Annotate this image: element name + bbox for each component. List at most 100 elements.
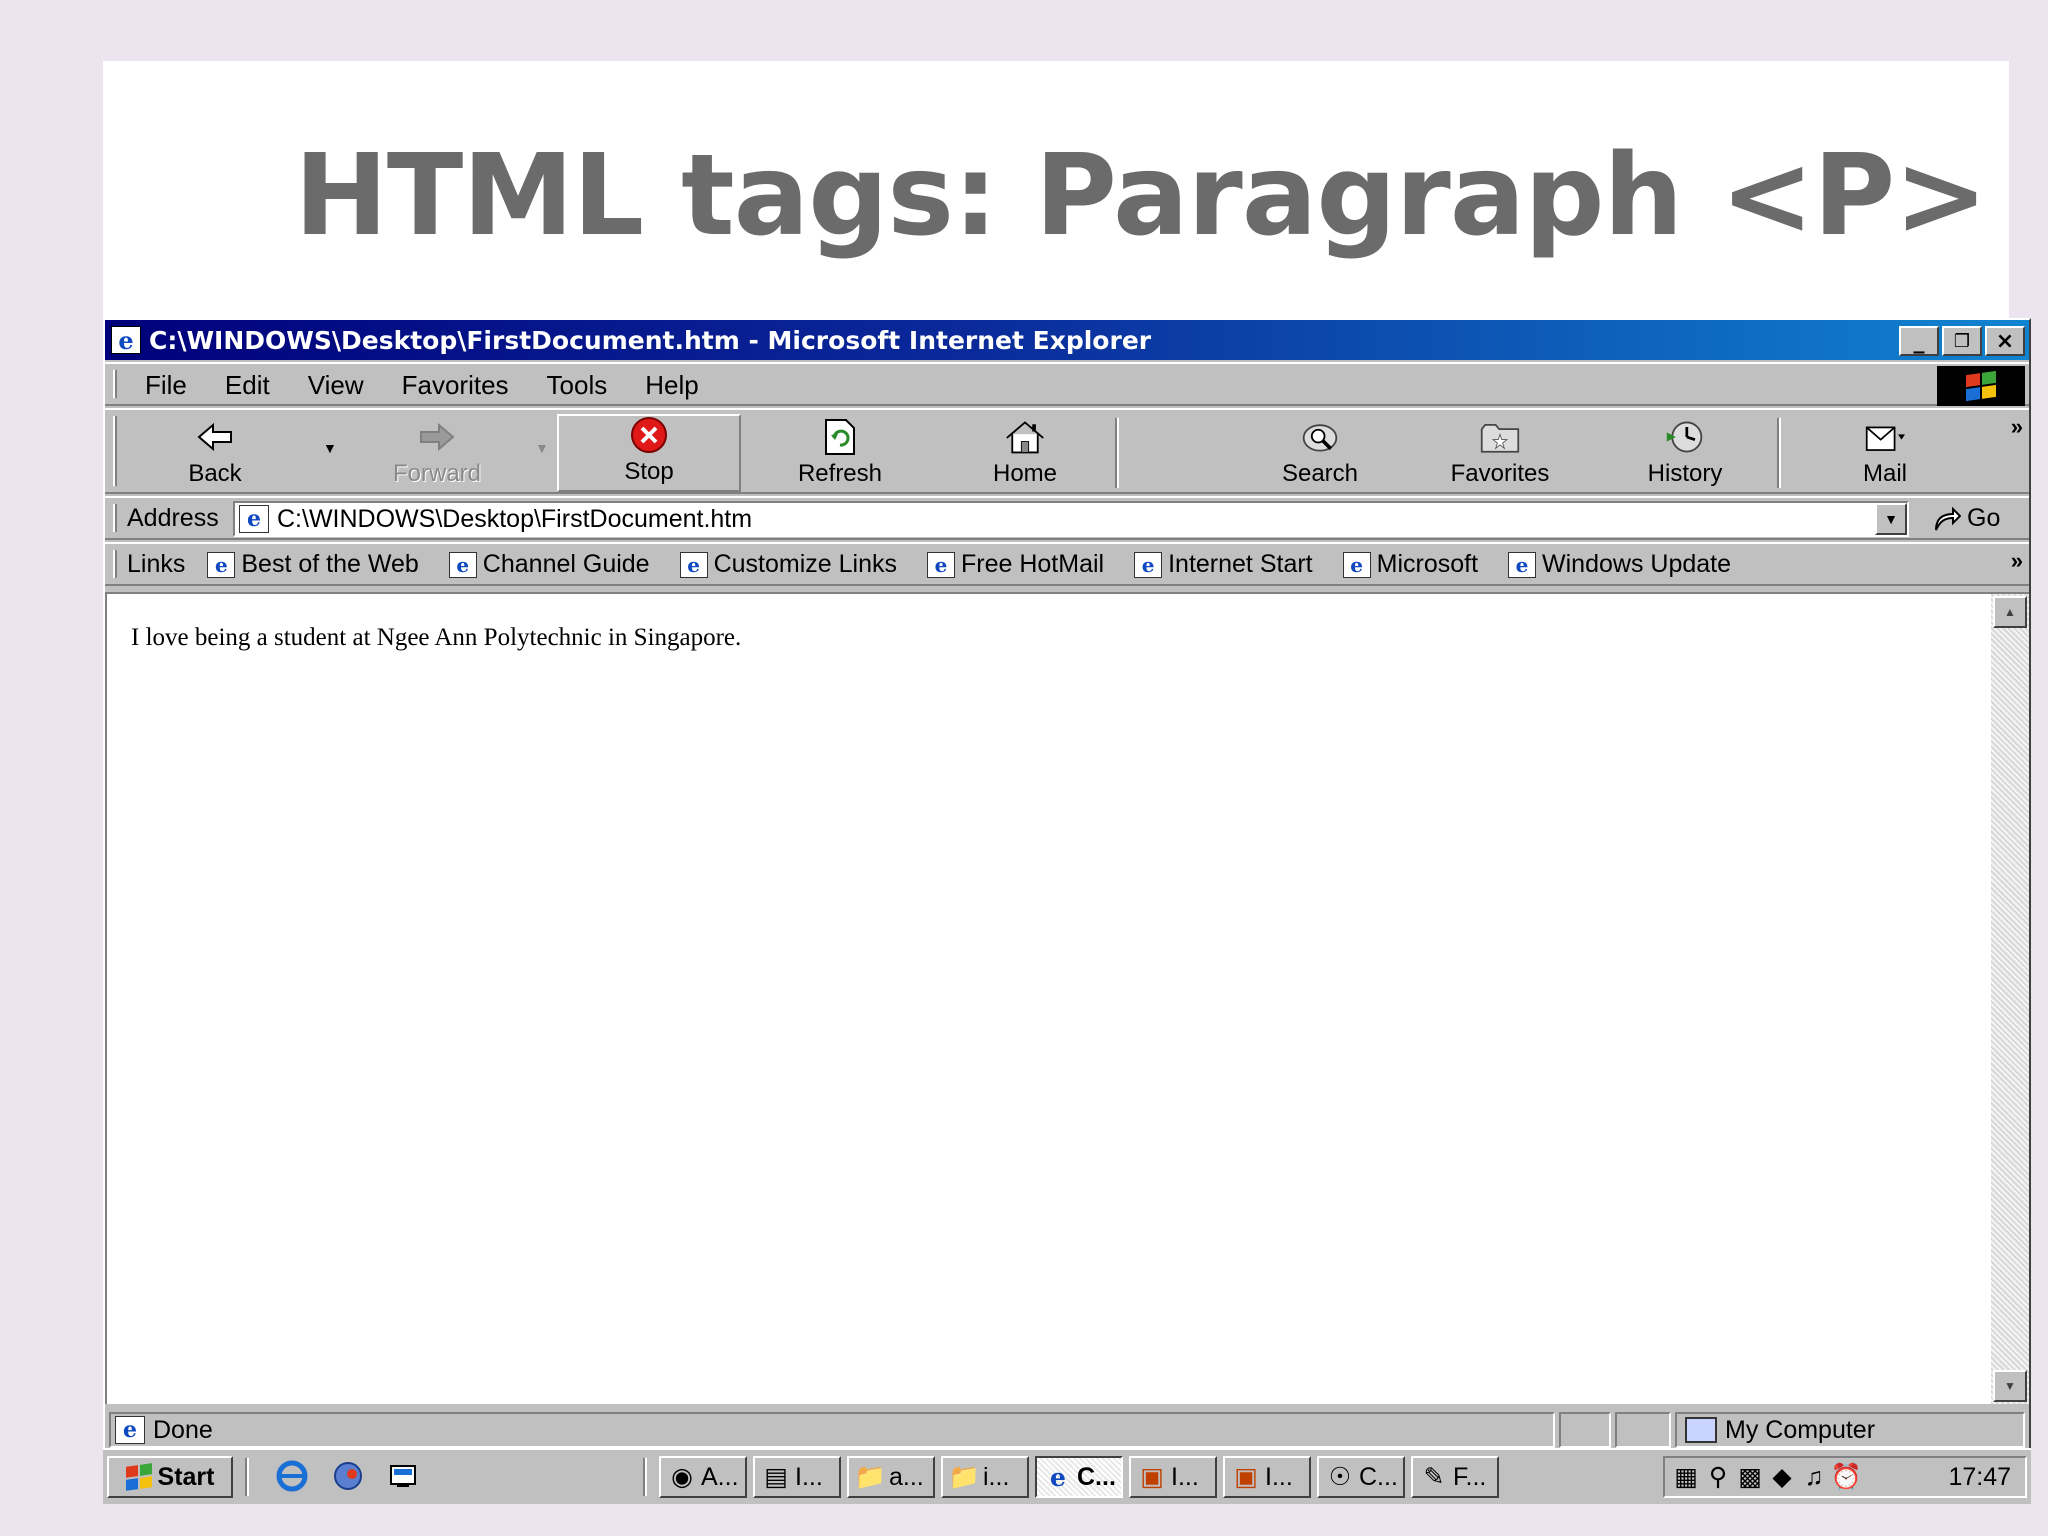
slide-title: HTML tags: Paragraph <P> (294, 131, 1988, 261)
stop-label: Stop (624, 458, 674, 485)
task-button[interactable]: ✎ F... (1411, 1456, 1499, 1498)
status-cell (1559, 1412, 1611, 1448)
start-label: Start (157, 1462, 215, 1491)
page-icon: e (115, 1416, 145, 1444)
search-icon (1300, 418, 1340, 456)
refresh-button[interactable]: Refresh (755, 414, 925, 492)
go-button[interactable]: Go (1933, 504, 2000, 533)
zone-label: My Computer (1725, 1415, 1876, 1444)
menu-edit[interactable]: Edit (225, 370, 270, 401)
show-desktop-icon[interactable] (385, 1458, 423, 1494)
window-title: C:\WINDOWS\Desktop\FirstDocument.htm - M… (149, 325, 1152, 355)
task-button[interactable]: 📁 a... (847, 1456, 935, 1498)
windows-flag-icon (1966, 370, 1996, 402)
search-button[interactable]: Search (1225, 414, 1415, 492)
page-viewport[interactable]: I love being a student at Ngee Ann Polyt… (105, 592, 2029, 1404)
link-label: Channel Guide (482, 550, 650, 578)
favorites-label: Favorites (1450, 460, 1550, 487)
menu-tools[interactable]: Tools (547, 370, 608, 401)
taskbar-separator (245, 1458, 249, 1496)
go-arrow-icon (1935, 506, 1961, 530)
outlook-express-icon[interactable] (329, 1458, 367, 1494)
task-button[interactable]: ▣ I... (1129, 1456, 1217, 1498)
link-label: Free HotMail (961, 550, 1105, 578)
scroll-down-icon: ▼ (2004, 1379, 2016, 1393)
forward-button[interactable]: Forward (367, 414, 507, 492)
menu-view[interactable]: View (308, 370, 364, 401)
ie-launch-icon[interactable] (273, 1458, 311, 1494)
restore-icon: ❐ (1953, 330, 1971, 352)
forward-dropdown-icon[interactable]: ▼ (535, 440, 549, 456)
address-label: Address (127, 504, 219, 532)
minimize-icon: _ (1913, 328, 1925, 354)
document-icon: ▤ (764, 1463, 788, 1491)
alarm-icon[interactable]: ⏰ (1830, 1463, 1861, 1491)
home-button[interactable]: Home (935, 414, 1115, 492)
network-icon[interactable]: ▩ (1737, 1463, 1763, 1491)
address-dropdown-button[interactable]: ▼ (1875, 503, 1907, 535)
task-button-active[interactable]: e C... (1035, 1456, 1123, 1498)
windows-flag-icon (125, 1463, 152, 1491)
task-button[interactable]: ▤ I... (753, 1456, 841, 1498)
close-button[interactable]: × (1985, 326, 2025, 356)
minimize-button[interactable]: _ (1899, 326, 1939, 356)
stop-icon (629, 416, 669, 454)
links-grip[interactable] (113, 550, 117, 578)
standard-toolbar: Back ▼ Forward ▼ Stop Refresh Home Searc… (105, 408, 2029, 494)
ie-icon: e (111, 326, 141, 355)
mail-button[interactable]: Mail (1805, 414, 1965, 492)
menu-favorites[interactable]: Favorites (402, 370, 509, 401)
display-icon[interactable]: ◆ (1769, 1463, 1795, 1491)
link-microsoft[interactable]: e Microsoft (1342, 550, 1478, 579)
task-label: A... (701, 1462, 739, 1491)
folder-icon: 📁 (854, 1462, 886, 1491)
task-button[interactable]: ▣ I... (1223, 1456, 1311, 1498)
toolbar-grip[interactable] (113, 416, 117, 486)
link-channel-guide[interactable]: e Channel Guide (448, 550, 650, 579)
page-icon: e (448, 551, 477, 578)
system-tray: ▦ ⚲ ▩ ◆ ♫ ⏰ 17:47 (1663, 1456, 2027, 1498)
status-main: e Done (109, 1412, 1555, 1448)
link-windows-update[interactable]: e Windows Update (1508, 550, 1731, 579)
task-button[interactable]: ☉ C... (1317, 1456, 1405, 1498)
refresh-label: Refresh (797, 460, 883, 487)
back-button[interactable]: Back (145, 414, 285, 492)
link-best-of-the-web[interactable]: e Best of the Web (207, 550, 419, 579)
page-icon: e (679, 551, 708, 578)
clock[interactable]: 17:47 (1948, 1463, 2011, 1492)
windows-logo-throbber (1937, 366, 2025, 406)
toolbar-more-icon[interactable]: » (2011, 414, 2023, 440)
address-input[interactable]: e C:\WINDOWS\Desktop\FirstDocument.htm ▼ (233, 501, 1909, 537)
menu-file[interactable]: File (145, 370, 187, 401)
folder-icon: 📁 (948, 1462, 980, 1491)
back-dropdown-icon[interactable]: ▼ (323, 440, 337, 456)
task-button[interactable]: 📁 i... (941, 1456, 1029, 1498)
address-grip[interactable] (113, 504, 117, 532)
link-internet-start[interactable]: e Internet Start (1134, 550, 1313, 579)
page-icon: e (1134, 551, 1163, 578)
menu-grip[interactable] (113, 370, 117, 398)
task-label: I... (1171, 1462, 1199, 1491)
history-button[interactable]: History (1595, 414, 1775, 492)
links-more-icon[interactable]: » (2011, 548, 2023, 574)
volume-icon[interactable]: ♫ (1801, 1463, 1827, 1491)
menu-help[interactable]: Help (645, 370, 698, 401)
start-button[interactable]: Start (107, 1456, 233, 1498)
scroll-up-button[interactable]: ▲ (1993, 596, 2027, 628)
task-label: I... (1265, 1462, 1293, 1491)
vertical-scrollbar[interactable]: ▲ ▼ (1991, 594, 2029, 1404)
search-icon[interactable]: ⚲ (1705, 1463, 1731, 1491)
scheduler-icon[interactable]: ▦ (1673, 1463, 1699, 1491)
stop-button[interactable]: Stop (557, 414, 741, 492)
scroll-down-button[interactable]: ▼ (1993, 1370, 2027, 1402)
link-customize-links[interactable]: e Customize Links (679, 550, 897, 579)
task-label: F... (1453, 1462, 1487, 1491)
window-titlebar[interactable]: e C:\WINDOWS\Desktop\FirstDocument.htm -… (105, 320, 2029, 360)
my-computer-icon (1685, 1417, 1717, 1443)
favorites-button[interactable]: Favorites (1405, 414, 1595, 492)
link-free-hotmail[interactable]: e Free HotMail (927, 550, 1104, 579)
task-button[interactable]: ◉ A... (659, 1456, 747, 1498)
forward-label: Forward (392, 460, 482, 487)
restore-button[interactable]: ❐ (1942, 326, 1982, 356)
toolbar-separator (1115, 418, 1119, 488)
